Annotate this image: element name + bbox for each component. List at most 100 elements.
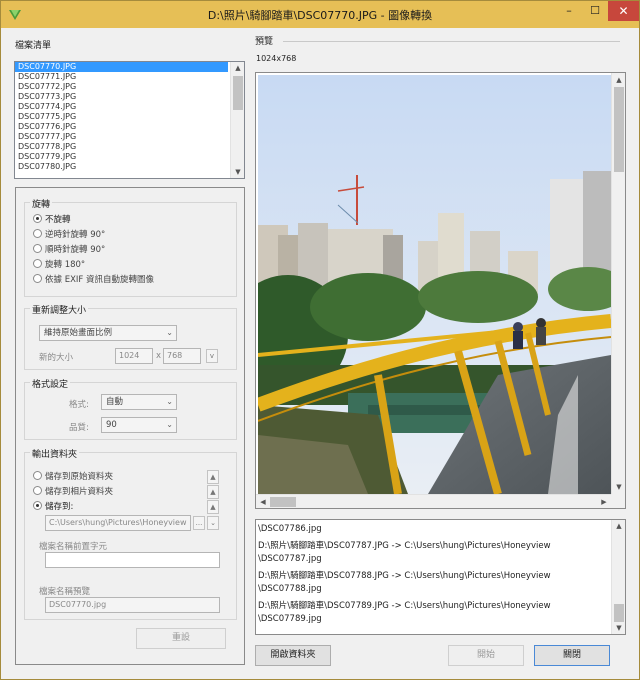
preview-dimensions: 1024x768 — [256, 54, 297, 63]
preview-vertical-scrollbar[interactable]: ▲ ▼ — [611, 73, 625, 494]
rotation-option-label: 依據 EXIF 資訊自動旋轉圖像 — [45, 275, 154, 285]
resize-mode-select[interactable]: 維持原始畫面比例 ⌄ — [39, 325, 177, 341]
title-bar[interactable]: D:\照片\騎腳踏車\DSC07770.JPG - 圖像轉換 – ☐ ✕ — [1, 1, 639, 28]
output-option[interactable]: 儲存到相片資料夾 — [33, 485, 113, 497]
file-list-item[interactable]: DSC07778.JPG — [15, 142, 244, 152]
output-path-input[interactable]: C:\Users\hung\Pictures\Honeyview — [45, 515, 191, 531]
start-button[interactable]: 開始 — [448, 645, 524, 666]
scroll-right-icon[interactable]: ▶ — [597, 495, 611, 508]
scroll-thumb[interactable] — [614, 604, 624, 622]
file-list-item[interactable]: DSC07773.JPG — [15, 92, 244, 102]
format-label: 格式設定 — [30, 377, 71, 390]
quality-field-label: 品質: — [69, 423, 89, 433]
reset-button[interactable]: 重設 — [136, 628, 226, 649]
radio-icon[interactable] — [33, 486, 42, 495]
file-list-item[interactable]: DSC07770.JPG — [15, 62, 228, 72]
new-size-label: 新的大小 — [39, 353, 74, 363]
open-folder-button[interactable]: 開啟資料夾 — [255, 645, 331, 666]
resize-mode-value: 維持原始畫面比例 — [44, 328, 113, 338]
scrollbar-corner — [611, 494, 625, 508]
radio-icon[interactable] — [33, 471, 42, 480]
rotation-option-label: 旋轉 180° — [45, 260, 86, 270]
browse-button[interactable]: ... — [193, 516, 205, 530]
file-list[interactable]: DSC07770.JPG DSC07771.JPG DSC07772.JPG DSC0… — [14, 61, 245, 179]
rotation-option[interactable]: 旋轉 180° — [33, 258, 85, 270]
scroll-up-icon[interactable]: ▲ — [207, 470, 219, 484]
scroll-up-icon[interactable]: ▲ — [231, 62, 244, 74]
file-list-scrollbar[interactable]: ▲ ▼ — [230, 62, 244, 178]
format-group: 格式設定 格式: 自動 ⌄ 品質: 90 ⌄ — [24, 377, 237, 440]
rotation-group: 旋轉 不旋轉逆時針旋轉 90° 順時針旋轉 90° 旋轉 180° 依據 EXIF 資… — [24, 197, 237, 297]
output-group: 輸出資料夾 儲存到原始資料夾儲存到相片資料夾儲存到: ▲ ▲ ▲ C:\User… — [24, 447, 237, 620]
format-value: 自動 — [106, 397, 124, 407]
radio-icon[interactable] — [33, 259, 42, 268]
scroll-thumb[interactable] — [270, 497, 296, 507]
maximize-button[interactable]: ☐ — [582, 1, 608, 21]
file-list-item[interactable]: DSC07780.JPG — [15, 162, 244, 172]
radio-icon[interactable] — [33, 229, 42, 238]
rotation-option[interactable]: 不旋轉 — [33, 213, 71, 225]
file-list-item[interactable]: DSC07772.JPG — [15, 82, 244, 92]
output-option[interactable]: 儲存到原始資料夾 — [33, 470, 113, 482]
format-select[interactable]: 自動 ⌄ — [101, 394, 177, 410]
scroll-down-icon[interactable]: ▼ — [231, 166, 244, 178]
log-line: D:\照片\騎腳踏車\DSC07787.JPG -> C:\Users\hung… — [258, 541, 551, 551]
output-option[interactable]: 儲存到: — [33, 500, 73, 512]
preview-image — [258, 75, 611, 494]
filename-preview-label: 檔案名稱預覽 — [39, 587, 91, 597]
format-field-label: 格式: — [69, 400, 89, 410]
scroll-thumb[interactable] — [614, 87, 624, 172]
rotation-option[interactable]: 依據 EXIF 資訊自動旋轉圖像 — [33, 273, 154, 285]
log-scrollbar[interactable]: ▲ ▼ — [611, 520, 625, 634]
minimize-button[interactable]: – — [556, 1, 582, 21]
radio-icon[interactable] — [33, 501, 42, 510]
file-list-item[interactable]: DSC07779.JPG — [15, 152, 244, 162]
file-list-heading: 檔案清單 — [15, 41, 52, 51]
scroll-up-icon[interactable]: ▲ — [612, 520, 625, 532]
times-symbol: x — [156, 351, 162, 361]
scroll-up-icon[interactable]: ▲ — [207, 485, 219, 499]
rotation-option-label: 順時針旋轉 90° — [45, 245, 106, 255]
radio-icon[interactable] — [33, 274, 42, 283]
rotation-option-label: 不旋轉 — [45, 215, 71, 225]
scroll-left-icon[interactable]: ◀ — [256, 495, 270, 508]
output-option-label: 儲存到相片資料夾 — [45, 487, 114, 497]
scroll-thumb[interactable] — [233, 76, 243, 110]
close-window-button[interactable]: ✕ — [608, 1, 639, 21]
close-button[interactable]: 關閉 — [534, 645, 610, 666]
file-list-item[interactable]: DSC07771.JPG — [15, 72, 244, 82]
width-input[interactable]: 1024 — [115, 348, 153, 364]
rotation-option[interactable]: 逆時針旋轉 90° — [33, 228, 105, 240]
chevron-down-icon: ⌄ — [166, 328, 173, 337]
filename-preview-field: DSC07770.jpg — [45, 597, 220, 613]
scroll-down-icon[interactable]: ▼ — [612, 480, 625, 494]
rotation-label: 旋轉 — [30, 197, 53, 210]
file-list-item[interactable]: DSC07776.JPG — [15, 122, 244, 132]
quality-value: 90 — [106, 420, 117, 430]
log-line: \DSC07786.jpg — [258, 524, 322, 534]
scroll-up-icon[interactable]: ▲ — [612, 73, 625, 87]
file-list-item[interactable]: DSC07774.JPG — [15, 102, 244, 112]
rotation-option[interactable]: 順時針旋轉 90° — [33, 243, 105, 255]
conversion-log[interactable]: \DSC07786.jpg D:\照片\騎腳踏車\DSC07787.JPG -> … — [255, 519, 626, 635]
preview-horizontal-scrollbar[interactable]: ◀ ▶ — [256, 494, 611, 508]
size-preset-button[interactable]: v — [206, 349, 218, 363]
chevron-down-icon[interactable]: ⌄ — [207, 516, 219, 530]
output-label: 輸出資料夾 — [30, 447, 80, 460]
file-list-item[interactable]: DSC07777.JPG — [15, 132, 244, 142]
radio-icon[interactable] — [33, 214, 42, 223]
options-panel: 旋轉 不旋轉逆時針旋轉 90° 順時針旋轉 90° 旋轉 180° 依據 EXIF 資… — [15, 187, 245, 665]
log-line: D:\照片\騎腳踏車\DSC07789.JPG -> C:\Users\hung… — [258, 601, 551, 611]
quality-select[interactable]: 90 ⌄ — [101, 417, 177, 433]
scroll-down-icon[interactable]: ▼ — [612, 622, 625, 634]
log-line: D:\照片\騎腳踏車\DSC07788.JPG -> C:\Users\hung… — [258, 571, 551, 581]
scroll-up-icon[interactable]: ▲ — [207, 500, 219, 514]
radio-icon[interactable] — [33, 244, 42, 253]
resize-label: 重新調整大小 — [30, 303, 89, 316]
file-list-item[interactable]: DSC07775.JPG — [15, 112, 244, 122]
prefix-label: 檔案名稱前置字元 — [39, 542, 108, 552]
height-input[interactable]: 768 — [163, 348, 201, 364]
log-line: \DSC07787.jpg — [258, 554, 322, 564]
prefix-input[interactable] — [45, 552, 220, 568]
resize-group: 重新調整大小 維持原始畫面比例 ⌄ 新的大小 1024 x 768 v — [24, 303, 237, 370]
